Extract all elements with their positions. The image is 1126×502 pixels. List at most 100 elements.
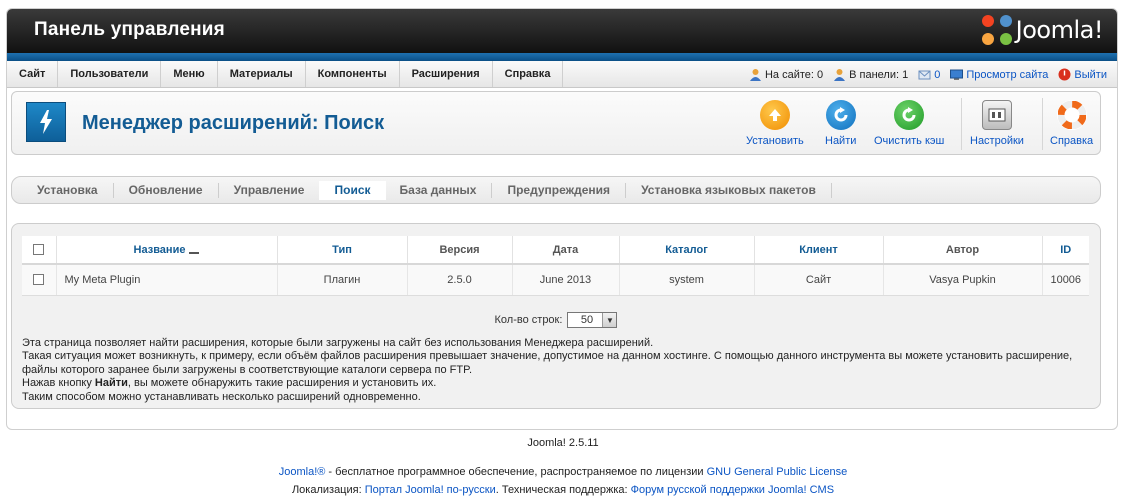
- sort-icon: [189, 246, 200, 254]
- install-button-label: Установить: [746, 135, 804, 147]
- tab-database[interactable]: База данных: [385, 182, 493, 198]
- install-button[interactable]: Установить: [746, 100, 804, 147]
- users-in-panel-label: В панели: 1: [849, 68, 909, 81]
- info-line-3-bold: Найти: [94, 377, 128, 390]
- joomla-logo-text: Joomla!: [1015, 16, 1104, 44]
- header-bar: Панель управления Joomla!: [7, 9, 1117, 53]
- rows-label: Кол-во строк:: [494, 313, 563, 326]
- column-folder[interactable]: Каталог: [619, 236, 755, 265]
- info-text: Эта страница позволяет найти расширения,…: [22, 337, 1097, 404]
- menu-site[interactable]: Сайт: [7, 61, 59, 87]
- view-site[interactable]: Просмотр сайта: [950, 68, 1048, 81]
- cell-client: Сайт: [754, 264, 884, 296]
- cell-name: My Meta Plugin: [56, 264, 278, 296]
- joomla-logo-icon: [981, 15, 1012, 45]
- page-header-title: Панель управления: [34, 19, 225, 40]
- users-on-site-label: На сайте: 0: [764, 68, 824, 81]
- pagination-bar: Кол-во строк: 50 ▼: [12, 312, 1100, 328]
- settings-icon: [981, 100, 1012, 130]
- help-button[interactable]: Справка: [1050, 100, 1093, 147]
- localization-label: Локализация:: [291, 484, 365, 496]
- monitor-icon: [950, 69, 964, 80]
- column-version: Версия: [407, 236, 513, 265]
- tab-install-languages[interactable]: Установка языковых пакетов: [626, 182, 832, 198]
- cell-version: 2.5.0: [407, 264, 513, 296]
- license-text: - бесплатное программное обеспечение, ра…: [325, 466, 707, 478]
- column-type[interactable]: Тип: [277, 236, 408, 265]
- message-icon: [918, 70, 931, 80]
- messages-count[interactable]: 0: [934, 69, 940, 81]
- cell-author: Vasya Pupkin: [883, 264, 1043, 296]
- info-line-3-post: , вы можете обнаружить такие расширения …: [127, 377, 437, 390]
- row-checkbox[interactable]: [33, 274, 45, 286]
- clear-cache-button[interactable]: Очистить кэш: [874, 100, 944, 147]
- version-text: Joomla! 2.5.11: [527, 437, 599, 449]
- column-name[interactable]: Название: [56, 236, 278, 265]
- user-icon: [749, 69, 761, 81]
- settings-button[interactable]: Настройки: [970, 100, 1024, 147]
- column-client[interactable]: Клиент: [754, 236, 884, 265]
- cell-type: Плагин: [277, 264, 408, 296]
- refresh-green-icon: [894, 100, 925, 130]
- menu-help[interactable]: Справка: [493, 61, 564, 87]
- settings-button-label: Настройки: [970, 135, 1024, 147]
- power-icon: [1058, 68, 1071, 81]
- status-bar: На сайте: 0 В панели: 1 0 Просмотр сайта…: [749, 61, 1107, 88]
- menu-extensions[interactable]: Расширения: [400, 61, 493, 87]
- joomla-link[interactable]: Joomla!®: [279, 466, 326, 478]
- tab-warnings[interactable]: Предупреждения: [492, 182, 627, 198]
- find-button[interactable]: Найти: [825, 100, 856, 147]
- messages[interactable]: 0: [918, 68, 940, 81]
- toolbar-divider: [1042, 98, 1043, 150]
- column-id[interactable]: ID: [1042, 236, 1089, 265]
- support-label: . Техническая поддержка:: [495, 484, 631, 496]
- forum-link[interactable]: Форум русской поддержки Joomla! CMS: [631, 484, 834, 496]
- extensions-table: Название Тип Версия Дата Каталог Клиент …: [22, 236, 1089, 296]
- tab-manage[interactable]: Управление: [219, 182, 321, 198]
- toolbar-panel: Менеджер расширений: Поиск Установить На…: [11, 91, 1101, 155]
- users-in-panel: В панели: 1: [833, 68, 908, 81]
- toolbar-divider: [961, 98, 962, 150]
- menu-users[interactable]: Пользователи: [58, 61, 162, 87]
- select-all-cell: [22, 236, 57, 265]
- header-accent-line: [7, 53, 1117, 61]
- main-menu: Сайт Пользователи Меню Материалы Компоне…: [7, 61, 1117, 88]
- table-row: My Meta Plugin Плагин 2.5.0 June 2013 sy…: [22, 264, 1089, 296]
- logout-link[interactable]: Выйти: [1074, 69, 1107, 81]
- column-name-label[interactable]: Название: [134, 244, 186, 256]
- info-line-1: Эта страница позволяет найти расширения,…: [22, 337, 654, 349]
- view-site-link[interactable]: Просмотр сайта: [966, 69, 1048, 81]
- menu-content[interactable]: Материалы: [218, 61, 306, 87]
- footer-license: Joomla!® - бесплатное программное обеспе…: [0, 466, 1126, 478]
- refresh-icon: [825, 100, 856, 130]
- lightning-icon: [40, 110, 52, 134]
- table-header-row: Название Тип Версия Дата Каталог Клиент …: [22, 236, 1089, 265]
- menu-components[interactable]: Компоненты: [306, 61, 400, 87]
- portal-link[interactable]: Портал Joomla! по-русски: [365, 484, 496, 496]
- dropdown-arrow-icon: ▼: [602, 313, 617, 327]
- lifebuoy-icon: [1056, 100, 1087, 130]
- cell-folder: system: [619, 264, 755, 296]
- find-button-label: Найти: [825, 135, 857, 147]
- cell-date: June 2013: [512, 264, 620, 296]
- column-date: Дата: [512, 236, 620, 265]
- row-select-cell: [22, 264, 57, 296]
- extension-manager-icon: [26, 102, 66, 142]
- submenu-tabs: Установка Обновление Управление Поиск Ба…: [11, 176, 1101, 204]
- info-line-3-pre: Нажав кнопку: [22, 377, 95, 390]
- logout[interactable]: Выйти: [1058, 68, 1107, 81]
- tab-update[interactable]: Обновление: [114, 182, 219, 198]
- cell-id: 10006: [1042, 264, 1089, 296]
- tab-discover[interactable]: Поиск: [319, 180, 386, 200]
- clear-cache-button-label: Очистить кэш: [874, 135, 945, 147]
- help-button-label: Справка: [1050, 135, 1094, 147]
- menu-menus[interactable]: Меню: [161, 61, 218, 87]
- select-all-checkbox[interactable]: [33, 244, 45, 256]
- rows-per-page-select[interactable]: 50 ▼: [567, 312, 618, 328]
- info-line-4: Таким способом можно устанавливать неско…: [22, 390, 421, 403]
- gpl-link[interactable]: GNU General Public License: [707, 466, 848, 478]
- rows-per-page-value: 50: [580, 314, 594, 326]
- content-panel: Название Тип Версия Дата Каталог Клиент …: [11, 223, 1101, 409]
- users-on-site: На сайте: 0: [749, 68, 823, 81]
- tab-install[interactable]: Установка: [22, 182, 114, 198]
